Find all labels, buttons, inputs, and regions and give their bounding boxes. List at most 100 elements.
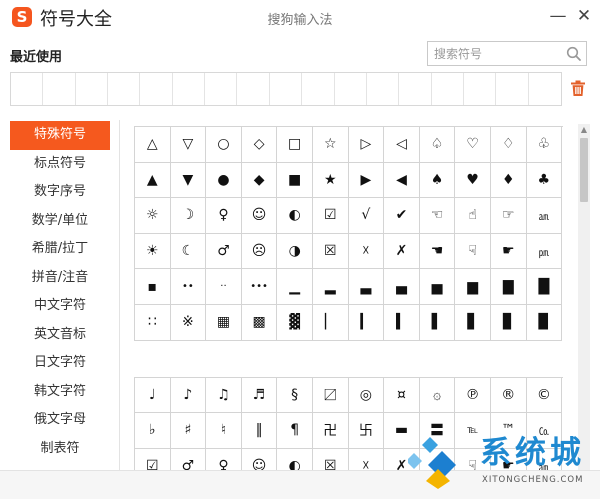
symbol-cell[interactable]: █ [526, 269, 563, 305]
sidebar-category-item[interactable]: 俄文字母 [10, 406, 110, 435]
symbol-cell[interactable]: ••• [241, 269, 278, 305]
symbol-cell[interactable]: ◐ [277, 198, 313, 234]
scroll-up-arrow-icon[interactable]: ▲ [578, 124, 590, 136]
symbol-cell[interactable]: ♯ [170, 413, 207, 449]
symbol-cell[interactable]: ♤ [419, 127, 456, 163]
symbol-cell[interactable]: 〼 [312, 377, 349, 414]
symbol-cell[interactable]: 卍 [312, 413, 349, 449]
symbol-cell[interactable]: ☓ [348, 233, 385, 270]
symbol-cell[interactable]: ▊ [490, 304, 527, 341]
symbol-cell[interactable]: ¤ [384, 377, 420, 414]
sidebar-category-item[interactable]: 特殊符号 [10, 121, 110, 150]
symbol-cell[interactable]: ☺ [242, 448, 278, 470]
symbol-cell[interactable]: ▅ [419, 269, 456, 305]
symbol-cell[interactable]: © [526, 377, 563, 414]
recent-symbol-slot[interactable] [140, 73, 173, 105]
symbol-cell[interactable]: □ [277, 127, 313, 163]
recent-symbol-slot[interactable] [76, 73, 109, 105]
sidebar-category-item[interactable]: 拼音/注音 [10, 264, 110, 293]
sidebar-category-item[interactable]: 数字序号 [10, 178, 110, 207]
symbol-cell[interactable]: ☹ [241, 233, 278, 270]
symbol-cell[interactable]: ○ [206, 127, 242, 163]
symbol-cell[interactable]: ♂ [206, 233, 242, 270]
recent-symbol-slot[interactable] [529, 73, 561, 105]
scroll-thumb[interactable] [580, 138, 588, 202]
symbol-cell[interactable]: ☓ [349, 448, 385, 470]
symbol-cell[interactable]: •• [170, 269, 207, 305]
symbol-cell[interactable]: ◐ [277, 448, 313, 470]
symbol-cell[interactable]: ▓ [277, 304, 313, 341]
symbol-cell[interactable]: ▎ [348, 304, 385, 341]
symbol-cell[interactable]: ☑ [135, 448, 171, 470]
symbol-cell[interactable]: ★ [312, 162, 349, 199]
symbol-cell[interactable]: ▪ [135, 269, 171, 305]
sidebar-category-item[interactable]: 英文音标 [10, 321, 110, 350]
symbol-cell[interactable]: ‖ [241, 413, 278, 449]
symbol-cell[interactable]: ℗ [455, 377, 491, 414]
symbol-cell[interactable]: ◀ [384, 162, 420, 199]
symbol-cell[interactable]: ♂ [171, 448, 207, 470]
search-input[interactable] [434, 45, 558, 63]
symbol-cell[interactable]: ▄ [384, 269, 420, 305]
symbol-cell[interactable]: ▆ [455, 269, 491, 305]
symbol-cell[interactable]: ◎ [348, 377, 385, 414]
symbol-cell[interactable]: ▌ [419, 304, 456, 341]
symbol-cell[interactable]: ▼ [170, 162, 207, 199]
recent-symbol-slot[interactable] [302, 73, 335, 105]
symbol-cell[interactable]: ∷ [135, 304, 171, 341]
symbol-cell[interactable]: ♫ [206, 377, 242, 414]
symbol-cell[interactable]: ♩ [135, 377, 171, 414]
symbol-cell[interactable]: ☆ [312, 127, 349, 163]
symbol-cell[interactable]: ▶ [348, 162, 385, 199]
sidebar-category-item[interactable]: 制表符 [10, 435, 110, 464]
recent-symbol-slot[interactable] [43, 73, 76, 105]
recent-symbol-slot[interactable] [205, 73, 238, 105]
symbol-cell[interactable]: ◑ [277, 233, 313, 270]
symbol-cell[interactable]: ▏ [312, 304, 349, 341]
symbol-cell[interactable]: ♀ [206, 198, 242, 234]
symbol-cell[interactable]: ♪ [170, 377, 207, 414]
symbol-cell[interactable]: ☒ [312, 233, 349, 270]
recent-symbol-slot[interactable] [270, 73, 303, 105]
recent-symbol-slot[interactable] [237, 73, 270, 105]
recent-symbol-slot[interactable] [496, 73, 529, 105]
recent-symbol-slot[interactable] [173, 73, 206, 105]
symbol-cell[interactable]: ☞ [490, 198, 527, 234]
symbol-cell[interactable]: ✗ [384, 233, 420, 270]
minimize-button[interactable]: — [548, 5, 568, 27]
symbol-cell[interactable]: § [277, 377, 313, 414]
symbol-cell[interactable]: ▷ [348, 127, 385, 163]
vertical-scrollbar[interactable]: ▲ [578, 124, 590, 470]
recent-symbol-slot[interactable] [464, 73, 497, 105]
symbol-cell[interactable]: ◁ [384, 127, 420, 163]
symbol-cell[interactable]: ☽ [170, 198, 207, 234]
symbol-cell[interactable]: ¶ [277, 413, 313, 449]
symbol-cell[interactable]: ▍ [384, 304, 420, 341]
symbol-cell[interactable]: ◆ [241, 162, 278, 199]
symbol-cell[interactable]: ▉ [526, 304, 563, 341]
symbol-cell[interactable]: ☛ [490, 233, 527, 270]
symbol-cell[interactable]: ▽ [170, 127, 207, 163]
symbol-cell[interactable]: ☀ [135, 233, 171, 270]
recent-symbol-slot[interactable] [108, 73, 141, 105]
symbol-cell[interactable]: ▦ [206, 304, 242, 341]
recent-symbol-slot[interactable] [399, 73, 432, 105]
symbol-cell[interactable]: ▲ [135, 162, 171, 199]
symbol-cell[interactable]: ☼ [135, 198, 171, 234]
symbol-cell[interactable]: ● [206, 162, 242, 199]
sidebar-category-item[interactable]: 数学/单位 [10, 207, 110, 236]
symbol-cell[interactable]: ☚ [419, 233, 456, 270]
symbol-cell[interactable]: ☾ [170, 233, 207, 270]
symbol-cell[interactable]: ♦ [490, 162, 527, 199]
symbol-cell[interactable]: ㏘ [526, 233, 563, 270]
close-button[interactable]: ✕ [574, 5, 594, 27]
recent-symbol-slot[interactable] [11, 73, 44, 105]
symbol-cell[interactable]: ® [490, 377, 527, 414]
symbol-cell[interactable]: ♧ [526, 127, 563, 163]
symbol-cell[interactable]: √ [348, 198, 385, 234]
symbol-cell[interactable]: △ [135, 127, 171, 163]
symbol-cell[interactable]: ☑ [312, 198, 349, 234]
symbol-cell[interactable]: ✔ [384, 198, 420, 234]
symbol-cell[interactable]: ▂ [312, 269, 349, 305]
symbol-cell[interactable]: ☒ [313, 448, 349, 470]
